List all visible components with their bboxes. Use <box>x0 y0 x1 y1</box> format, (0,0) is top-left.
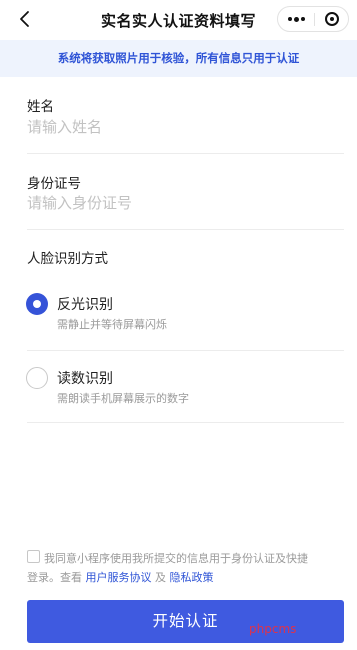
miniprogram-capsule <box>277 6 349 32</box>
name-label: 姓名 <box>27 99 54 115</box>
notice-banner: 系统将获取照片用于核验，所有信息只用于认证 <box>0 40 357 77</box>
privacy-policy-link[interactable]: 隐私政策 <box>170 571 214 584</box>
agreement-prefix: 登录。查看 <box>27 571 82 584</box>
close-button[interactable] <box>315 7 349 31</box>
start-verification-button[interactable]: 开始认证 <box>27 600 344 643</box>
divider <box>27 153 344 154</box>
navigation-bar: 实名实人认证资料填写 <box>0 0 357 40</box>
name-input[interactable] <box>25 114 330 140</box>
agreement-and: 及 <box>155 571 166 584</box>
radio-selected-icon[interactable] <box>26 293 48 315</box>
watermark: phpcms <box>249 622 297 636</box>
agreement-text-line1: 我同意小程序使用我所提交的信息用于身份认证及快捷 <box>44 552 308 565</box>
radio-unselected-icon[interactable] <box>26 367 48 389</box>
more-button[interactable] <box>278 7 314 31</box>
user-agreement-link[interactable]: 用户服务协议 <box>86 571 152 584</box>
divider <box>27 229 344 230</box>
option-description: 需朗读手机屏幕展示的数字 <box>57 392 189 405</box>
face-method-title: 人脸识别方式 <box>27 251 108 267</box>
id-number-label: 身份证号 <box>27 176 81 192</box>
option-title: 读数识别 <box>57 371 113 387</box>
divider <box>27 422 344 423</box>
option-description: 需静止并等待屏幕闪烁 <box>57 318 167 331</box>
agreement-checkbox[interactable] <box>27 550 40 563</box>
option-reflection-recognition[interactable]: 反光识别 需静止并等待屏幕闪烁 <box>22 285 344 347</box>
agreement-text-line2: 登录。查看 用户服务协议 及 隐私政策 <box>27 568 337 587</box>
divider <box>27 350 344 351</box>
option-title: 反光识别 <box>57 297 113 313</box>
target-close-icon <box>325 12 339 26</box>
option-reading-recognition[interactable]: 读数识别 需朗读手机屏幕展示的数字 <box>22 359 344 421</box>
id-number-input[interactable] <box>25 190 330 216</box>
